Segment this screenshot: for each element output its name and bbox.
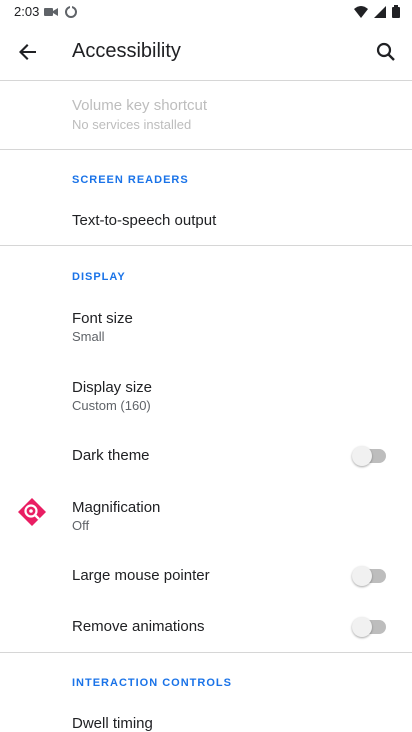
page-title: Accessibility [72,40,181,62]
dark-theme-switch[interactable] [352,446,386,466]
remove-animations-title: Remove animations [72,618,205,635]
screen-readers-header: SCREEN READERS [72,174,189,186]
display-size-item[interactable]: Display size Custom (160) [0,368,412,428]
dwell-timing-item[interactable]: Dwell timing [0,704,412,732]
font-size-item[interactable]: Font size Small [0,298,412,358]
section-divider [0,652,412,653]
status-time: 2:03 [14,4,40,19]
arrow-back-icon [19,44,36,60]
tts-output-item[interactable]: Text-to-speech output [0,198,412,244]
status-bar: 2:03 [0,0,412,24]
search-button[interactable] [370,36,402,68]
large-mouse-pointer-switch[interactable] [352,566,386,586]
app-bar: Accessibility [0,24,412,80]
remove-animations-item[interactable]: Remove animations [0,607,412,647]
large-mouse-pointer-title: Large mouse pointer [72,567,210,584]
section-divider [0,245,412,246]
magnification-title: Magnification [72,499,161,516]
volume-key-shortcut-subtitle: No services installed [72,117,192,132]
section-divider [0,149,412,150]
magnification-item[interactable]: Magnification Off [0,488,412,546]
sync-icon [65,5,77,18]
interaction-controls-header: INTERACTION CONTROLS [72,677,232,689]
tts-output-title: Text-to-speech output [72,212,217,229]
wifi-icon [354,5,368,18]
search-icon [376,42,395,61]
magnification-value: Off [72,518,90,533]
font-size-title: Font size [72,310,133,327]
display-size-value: Custom (160) [72,398,151,413]
video-icon [44,8,58,16]
dark-theme-item[interactable]: Dark theme [0,436,412,476]
font-size-value: Small [72,329,105,344]
back-button[interactable] [12,36,44,68]
dwell-timing-title: Dwell timing [72,715,153,732]
app-bar-divider [0,80,412,81]
large-mouse-pointer-item[interactable]: Large mouse pointer [0,556,412,596]
volume-key-shortcut-item[interactable]: Volume key shortcut No services installe… [0,88,412,148]
display-header: DISPLAY [72,271,126,283]
remove-animations-switch[interactable] [352,617,386,637]
signal-icon [374,5,386,18]
display-size-title: Display size [72,379,153,396]
volume-key-shortcut-title: Volume key shortcut [72,97,208,114]
battery-icon [392,5,400,18]
dark-theme-title: Dark theme [72,447,150,464]
